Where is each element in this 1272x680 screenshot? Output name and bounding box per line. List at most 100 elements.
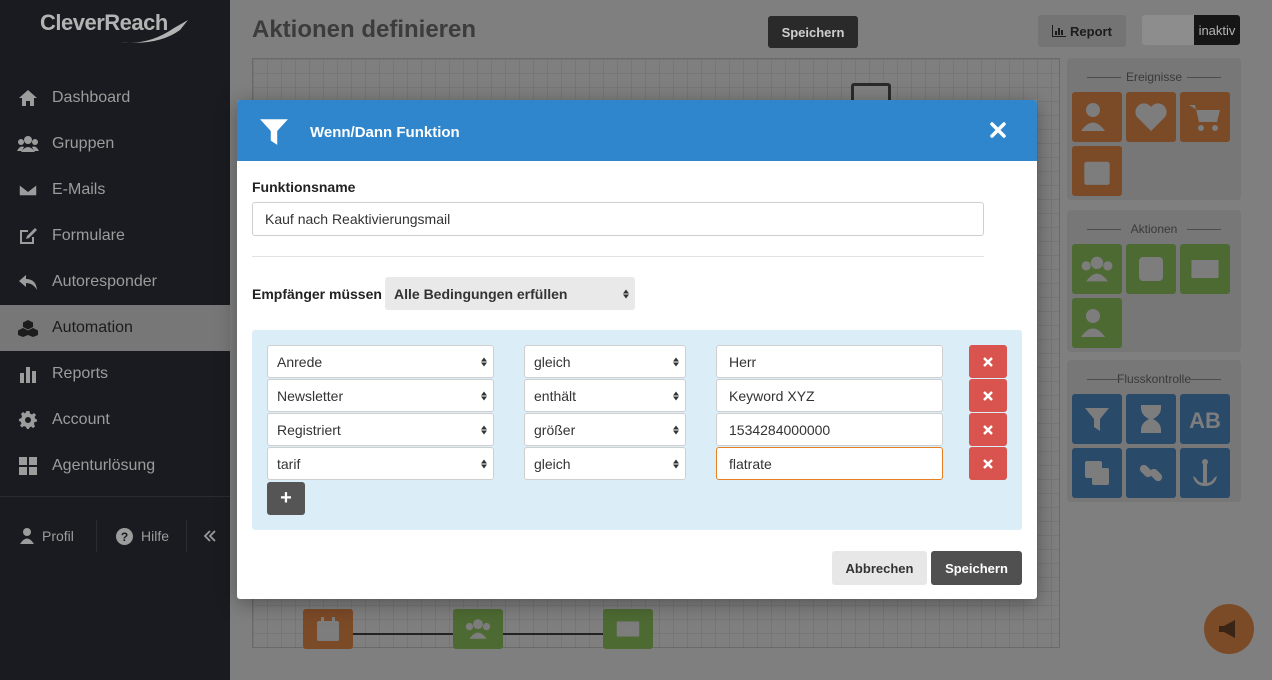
condition-field-value: Anrede — [277, 353, 323, 370]
sidebar-item-formulare[interactable]: Formulare — [0, 213, 230, 259]
flow-control-palette: Flusskontrolle AB — [1067, 360, 1241, 502]
bar-chart-icon — [0, 365, 52, 383]
users-icon — [1081, 256, 1113, 282]
workflow-node-email[interactable] — [603, 609, 653, 649]
pencil-square-icon — [1139, 257, 1163, 281]
condition-operator-value: gleich — [534, 353, 571, 370]
delete-condition-button[interactable] — [969, 379, 1007, 412]
if-then-modal: Wenn/Dann Funktion Funktionsname Empfäng… — [237, 100, 1037, 599]
envelope-icon — [616, 621, 640, 637]
sidebar-item-label: Dashboard — [52, 89, 131, 106]
select-arrows-icon — [481, 391, 487, 400]
logo-swoosh-icon — [120, 20, 188, 43]
ab-icon: AB — [1189, 408, 1221, 431]
sidebar-item-automation[interactable]: Automation — [0, 305, 230, 351]
delete-condition-button[interactable] — [969, 413, 1007, 446]
gear-icon — [0, 411, 52, 429]
grid-icon — [0, 457, 52, 475]
filter-icon — [260, 119, 288, 145]
function-name-input[interactable] — [252, 202, 984, 236]
anchor-icon — [1193, 459, 1217, 486]
sidebar-item-label: E-Mails — [52, 181, 106, 198]
remove-subscriber-action-tile[interactable] — [1072, 298, 1122, 348]
condition-operator-select[interactable]: gleich — [524, 345, 686, 378]
sidebar-item-gruppen[interactable]: Gruppen — [0, 121, 230, 167]
sidebar-item-autoresponder[interactable]: Autoresponder — [0, 259, 230, 305]
cubes-icon — [0, 319, 52, 337]
condition-value-input[interactable]: flatrate — [716, 447, 943, 480]
collapse-sidebar-button[interactable] — [204, 526, 224, 546]
condition-operator-select[interactable]: enthält — [524, 379, 686, 412]
condition-operator-select[interactable]: gleich — [524, 447, 686, 480]
condition-field-select[interactable]: Registriert — [267, 413, 494, 446]
sidebar-item-dashboard[interactable]: Dashboard — [0, 75, 230, 121]
condition-field-select[interactable]: Newsletter — [267, 379, 494, 412]
add-subscriber-event-tile[interactable] — [1072, 92, 1122, 142]
purchase-event-tile[interactable] — [1180, 92, 1230, 142]
sidebar-item-account[interactable]: Account — [0, 397, 230, 443]
home-icon — [0, 89, 52, 107]
calendar-icon — [317, 617, 339, 641]
condition-value-input[interactable]: Keyword XYZ — [716, 379, 943, 412]
cancel-button[interactable]: Abbrechen — [832, 551, 927, 585]
help-link[interactable]: ? Hilfe — [116, 526, 169, 546]
workflow-connector — [353, 633, 453, 635]
edit-action-tile[interactable] — [1126, 244, 1176, 294]
select-arrows-icon — [623, 289, 629, 298]
group-action-tile[interactable] — [1072, 244, 1122, 294]
add-condition-button[interactable]: + — [267, 482, 305, 515]
workflow-node-group[interactable] — [453, 609, 503, 649]
close-icon — [983, 390, 993, 401]
link-icon — [1139, 464, 1163, 482]
delete-condition-button[interactable] — [969, 345, 1007, 378]
close-icon[interactable] — [989, 121, 1007, 139]
modal-save-button[interactable]: Speichern — [931, 551, 1022, 585]
actions-palette-title: Aktionen — [1067, 222, 1241, 236]
condition-field-select[interactable]: Anrede — [267, 345, 494, 378]
svg-text:?: ? — [121, 530, 128, 544]
anchor-flow-tile[interactable] — [1180, 448, 1230, 498]
date-event-tile[interactable] — [1072, 146, 1122, 196]
select-arrows-icon — [481, 425, 487, 434]
condition-field-select[interactable]: tarif — [267, 447, 494, 480]
sidebar-item-agenturloesung[interactable]: Agenturlösung — [0, 443, 230, 489]
report-button[interactable]: Report — [1038, 15, 1126, 47]
save-button[interactable]: Speichern — [768, 16, 858, 48]
recipients-label: Empfänger müssen — [252, 286, 382, 302]
sidebar-divider — [0, 496, 230, 497]
condition-field-value: Registriert — [277, 421, 341, 438]
user-icon — [20, 528, 34, 544]
condition-value-input[interactable]: 1534284000000 — [716, 413, 943, 446]
footer-separator — [96, 520, 97, 552]
events-palette-title: Ereignisse — [1067, 70, 1241, 84]
condition-value-input[interactable]: Herr — [716, 345, 943, 378]
heartbeat-icon — [1135, 103, 1167, 131]
email-action-tile[interactable] — [1180, 244, 1230, 294]
workflow-node-calendar[interactable] — [303, 609, 353, 649]
filter-flow-tile[interactable] — [1072, 394, 1122, 444]
profile-label: Profil — [42, 528, 74, 544]
delete-condition-button[interactable] — [969, 447, 1007, 480]
modal-header: Wenn/Dann Funktion — [237, 100, 1037, 161]
footer-separator — [186, 520, 187, 552]
sidebar: CleverReach Dashboard Gruppen E-Mails Fo… — [0, 0, 230, 680]
feedback-button[interactable] — [1204, 604, 1254, 654]
sidebar-item-reports[interactable]: Reports — [0, 351, 230, 397]
edit-icon — [0, 227, 52, 245]
envelope-icon — [0, 182, 52, 198]
profile-link[interactable]: Profil — [20, 526, 74, 546]
function-name-label: Funktionsname — [252, 179, 356, 195]
link-flow-tile[interactable] — [1126, 448, 1176, 498]
status-toggle[interactable]: inaktiv — [1142, 15, 1240, 45]
recipients-mode-value: Alle Bedingungen erfüllen — [394, 285, 568, 302]
user-plus-icon — [1081, 103, 1105, 131]
wait-flow-tile[interactable] — [1126, 394, 1176, 444]
heartbeat-event-tile[interactable] — [1126, 92, 1176, 142]
status-label: inaktiv — [1194, 15, 1240, 45]
condition-operator-select[interactable]: größer — [524, 413, 686, 446]
sidebar-item-emails[interactable]: E-Mails — [0, 167, 230, 213]
recipients-mode-select[interactable]: Alle Bedingungen erfüllen — [385, 277, 635, 310]
ab-test-flow-tile[interactable]: AB — [1180, 394, 1230, 444]
select-arrows-icon — [673, 459, 679, 468]
copy-flow-tile[interactable] — [1072, 448, 1122, 498]
